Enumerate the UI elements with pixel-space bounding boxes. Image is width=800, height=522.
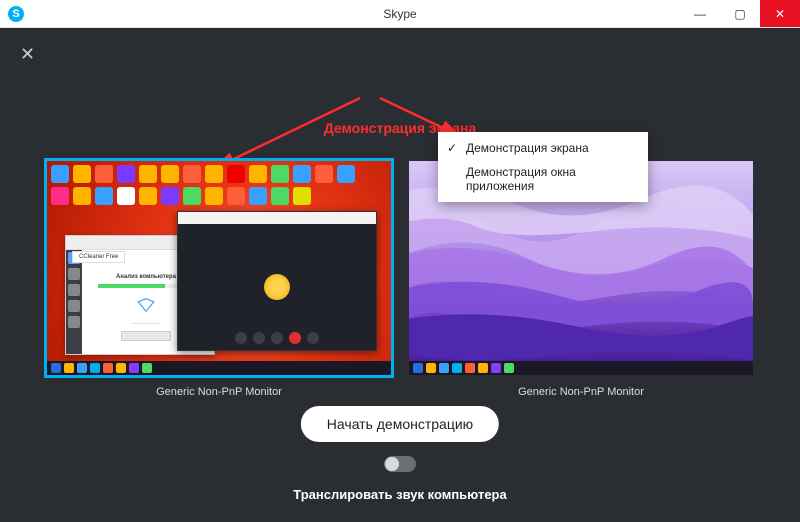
desktop-icon <box>51 187 69 205</box>
dropdown-item-app-window[interactable]: Демонстрация окна приложения <box>438 160 648 198</box>
desktop-icon <box>161 187 179 205</box>
share-mode-dropdown[interactable]: Демонстрация экрана Демонстрация окна пр… <box>438 132 648 202</box>
monitor-tile-1[interactable]: CCleaner Free Анализ компьютера ——————— <box>44 158 394 398</box>
desktop-icon <box>139 187 157 205</box>
monitor-caption-2: Generic Non-PnP Monitor <box>518 386 644 398</box>
dropdown-item-screen[interactable]: Демонстрация экрана <box>438 136 648 160</box>
desktop-icon <box>271 187 289 205</box>
skype-logo-icon: S <box>8 6 24 22</box>
monitor-caption-1: Generic Non-PnP Monitor <box>156 386 282 398</box>
desktop-icon <box>249 165 267 183</box>
taskbar-icon <box>129 363 139 373</box>
desktop-icon <box>315 165 333 183</box>
screen-share-dialog: ✕ Демонстрация экрана Демонстрация экран… <box>0 28 800 522</box>
minimize-button[interactable]: — <box>680 0 720 27</box>
desktop-icon <box>117 165 135 183</box>
taskbar-icon <box>64 363 74 373</box>
window-controls: — ▢ ✕ <box>680 0 800 27</box>
desktop-icon <box>95 165 113 183</box>
desktop-icon <box>183 165 201 183</box>
taskbar-icon <box>439 363 449 373</box>
monitor-list: CCleaner Free Анализ компьютера ——————— <box>0 158 800 398</box>
desktop-icon <box>205 187 223 205</box>
taskbar-icon <box>142 363 152 373</box>
skype-call-window <box>177 211 377 351</box>
close-icon[interactable]: ✕ <box>20 44 35 65</box>
taskbar-icon <box>413 363 423 373</box>
window-titlebar: S Skype — ▢ ✕ <box>0 0 800 28</box>
taskbar-icon <box>103 363 113 373</box>
desktop-icon <box>293 165 311 183</box>
desktop-icon <box>205 165 223 183</box>
desktop-icon <box>227 187 245 205</box>
desktop-icon <box>293 187 311 205</box>
monitor-preview-1[interactable]: CCleaner Free Анализ компьютера ——————— <box>44 158 394 378</box>
desktop-icon <box>95 187 113 205</box>
desktop-icon <box>139 165 157 183</box>
desktop-icon <box>227 165 245 183</box>
window-close-button[interactable]: ✕ <box>760 0 800 27</box>
start-sharing-button[interactable]: Начать демонстрацию <box>301 406 499 442</box>
taskbar-icon <box>77 363 87 373</box>
taskbar-icon <box>51 363 61 373</box>
desktop-icon <box>51 165 69 183</box>
desktop-icon <box>271 165 289 183</box>
taskbar-icon <box>465 363 475 373</box>
maximize-button[interactable]: ▢ <box>720 0 760 27</box>
taskbar-icon <box>452 363 462 373</box>
desktop-icon <box>73 187 91 205</box>
taskbar-icon <box>90 363 100 373</box>
desktop-icon <box>161 165 179 183</box>
desktop-icon <box>73 165 91 183</box>
taskbar-icon <box>116 363 126 373</box>
desktop-preview-1: CCleaner Free Анализ компьютера ——————— <box>47 161 391 375</box>
desktop-icon <box>117 187 135 205</box>
taskbar-icon <box>426 363 436 373</box>
desktop-icon <box>183 187 201 205</box>
taskbar-icon <box>504 363 514 373</box>
window-title: Skype <box>383 7 416 21</box>
taskbar-icon <box>491 363 501 373</box>
audio-toggle[interactable] <box>384 456 416 472</box>
avatar-icon <box>264 274 290 300</box>
taskbar-icon <box>478 363 488 373</box>
audio-toggle-label: Транслировать звук компьютера <box>293 487 506 502</box>
desktop-icon <box>337 165 355 183</box>
desktop-icon <box>249 187 267 205</box>
